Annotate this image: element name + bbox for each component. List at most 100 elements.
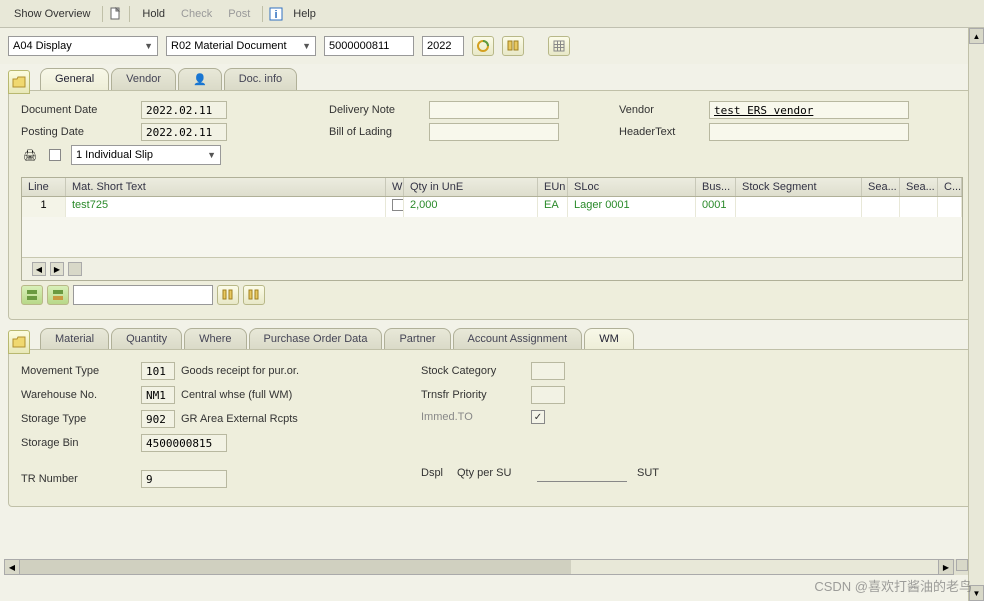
doc-date-label: Document Date [21,104,141,116]
tab-po-data[interactable]: Purchase Order Data [249,328,383,349]
immed-to-checkbox[interactable] [531,410,545,424]
scroll-left-icon[interactable]: ◀ [4,559,20,575]
delivery-note-field[interactable] [429,101,559,119]
tab-wm[interactable]: WM [584,328,634,349]
scroll-left-button[interactable]: ◀ [32,262,46,276]
cell-line: 1 [22,197,66,217]
storage-type-field[interactable]: 902 [141,410,175,428]
transfer-priority-label: Trnsfr Priority [421,389,531,401]
scroll-up-icon[interactable]: ▲ [969,28,984,44]
tr-number-field[interactable]: 9 [141,470,227,488]
warehouse-field[interactable]: NM1 [141,386,175,404]
bill-of-lading-field[interactable] [429,123,559,141]
posting-date-field[interactable]: 2022.02.11 [141,123,227,141]
tab-quantity[interactable]: Quantity [111,328,182,349]
slip-dropdown[interactable]: 1 Individual Slip ▼ [71,145,221,165]
table-scroll-nav: ◀ ▶ [22,257,962,280]
collapse-header-button[interactable] [8,70,30,94]
filter-input[interactable] [73,285,213,305]
tab-material[interactable]: Material [40,328,109,349]
doc-type-dropdown[interactable]: R02 Material Document ▼ [166,36,316,56]
cell-c [938,197,962,217]
tab-where[interactable]: Where [184,328,246,349]
items-table: Line Mat. Short Text W Qty in UnE EUn SL… [21,177,963,281]
print-checkbox[interactable] [49,149,61,161]
doc-number-value: 5000000811 [329,40,389,52]
warehouse-desc: Central whse (full WM) [181,389,292,401]
movement-type-label: Movement Type [21,365,141,377]
sut-label: SUT [637,467,677,479]
tab-vendor[interactable]: Vendor [111,68,176,90]
horizontal-scrollbar[interactable]: ◀ ▶ [4,559,968,575]
storage-bin-field[interactable]: 4500000815 [141,434,227,452]
qty-per-su-field[interactable] [537,464,627,482]
filter-btn-1[interactable] [21,285,43,305]
movement-type-desc: Goods receipt for pur.or. [181,365,299,377]
col-bus[interactable]: Bus... [696,178,736,196]
cell-mat: test725 [66,197,386,217]
cell-bus: 0001 [696,197,736,217]
find-button[interactable] [502,36,524,56]
col-sea2[interactable]: Sea... [900,178,938,196]
movement-type-field[interactable]: 101 [141,362,175,380]
execute-button[interactable] [472,36,494,56]
vertical-scrollbar[interactable]: ▲ ▼ [968,28,984,601]
filter-btn-2[interactable] [47,285,69,305]
collapse-detail-button[interactable] [8,330,30,354]
doc-number-field[interactable]: 5000000811 [324,36,414,56]
chevron-down-icon: ▼ [144,41,153,51]
delivery-note-label: Delivery Note [329,104,429,116]
cell-stockseg [736,197,862,217]
chevron-down-icon: ▼ [302,41,311,51]
mode-dropdown[interactable]: A04 Display ▼ [8,36,158,56]
find-next-button[interactable] [243,285,265,305]
immed-to-label: Immed.TO [421,411,531,423]
vendor-label: Vendor [619,104,709,116]
posting-date-label: Posting Date [21,126,141,138]
table-row[interactable]: 1 test725 2,000 EA Lager 0001 0001 [22,197,962,217]
scroll-track[interactable] [68,262,82,276]
col-w[interactable]: W [386,178,404,196]
qty-per-su-label: Qty per SU [457,467,537,479]
help-button[interactable]: Help [287,6,322,22]
tab-account-assignment[interactable]: Account Assignment [453,328,583,349]
scroll-track[interactable] [20,559,938,575]
header-tabs: General Vendor 👤 Doc. info [40,68,976,90]
post-button: Post [222,6,256,22]
new-doc-icon[interactable] [109,7,123,21]
col-sloc[interactable]: SLoc [568,178,696,196]
hold-button[interactable]: Hold [136,6,171,22]
print-icon[interactable]: 🖨 [21,149,39,162]
scroll-thumb[interactable] [20,560,571,574]
tab-general[interactable]: General [40,68,109,90]
tr-number-label: TR Number [21,473,141,485]
tab-person[interactable]: 👤 [178,68,222,90]
find-in-table-button[interactable] [217,285,239,305]
col-mat[interactable]: Mat. Short Text [66,178,386,196]
show-overview-button[interactable]: Show Overview [8,6,96,22]
col-stockseg[interactable]: Stock Segment [736,178,862,196]
info-icon[interactable]: i [269,7,283,21]
doc-date-field[interactable]: 2022.02.11 [141,101,227,119]
warehouse-label: Warehouse No. [21,389,141,401]
col-sea1[interactable]: Sea... [862,178,900,196]
checkbox-icon [392,199,404,211]
vendor-field[interactable]: test ERS vendor [709,101,909,119]
scroll-right-button[interactable]: ▶ [50,262,64,276]
col-line[interactable]: Line [22,178,66,196]
header-text-field[interactable] [709,123,909,141]
grid-button[interactable] [548,36,570,56]
year-value: 2022 [427,40,451,52]
stock-category-field[interactable] [531,362,565,380]
scroll-right-icon[interactable]: ▶ [938,559,954,575]
storage-type-desc: GR Area External Rcpts [181,413,298,425]
tab-partner[interactable]: Partner [384,328,450,349]
year-field[interactable]: 2022 [422,36,464,56]
scroll-track-v[interactable] [969,44,984,585]
col-eun[interactable]: EUn [538,178,568,196]
col-c[interactable]: C... [938,178,962,196]
col-qty[interactable]: Qty in UnE [404,178,538,196]
transfer-priority-field[interactable] [531,386,565,404]
stock-category-label: Stock Category [421,365,531,377]
tab-doc-info[interactable]: Doc. info [224,68,297,90]
